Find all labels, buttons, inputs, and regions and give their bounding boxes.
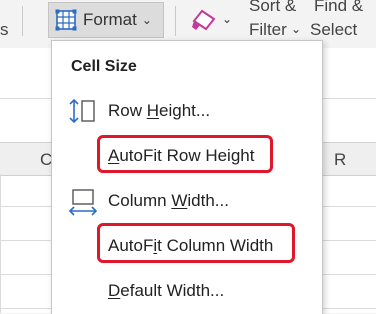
chevron-down-icon: ⌄ bbox=[141, 13, 152, 27]
menu-item-column-width[interactable]: Column Width... bbox=[52, 184, 322, 218]
row-height-icon bbox=[68, 98, 96, 124]
sort-filter-line2: Filter bbox=[249, 20, 287, 39]
menu-item-default-width[interactable]: Default Width... bbox=[52, 274, 322, 308]
ribbon-separator bbox=[175, 6, 176, 36]
sort-filter-button[interactable]: Sort & Filter ⌄ bbox=[247, 0, 305, 44]
menu-item-label: Row Height... bbox=[108, 101, 211, 120]
ribbon-fragment-left: s bbox=[0, 20, 9, 39]
find-select-line1: Find & bbox=[314, 0, 364, 15]
eraser-icon bbox=[190, 8, 218, 34]
highlight-box bbox=[97, 223, 295, 263]
format-button-label: Format bbox=[83, 10, 137, 29]
format-button[interactable]: Format ⌄ bbox=[48, 2, 164, 38]
chevron-down-icon: ⌄ bbox=[291, 22, 302, 36]
format-cells-icon bbox=[55, 9, 77, 31]
menu-item-label: Default Width... bbox=[108, 281, 225, 300]
find-select-button[interactable]: Find & Select bbox=[310, 0, 376, 44]
gridline bbox=[0, 174, 1, 313]
find-select-line2: Select bbox=[310, 20, 358, 39]
ribbon-separator bbox=[22, 6, 23, 36]
format-dropdown-menu: Cell Size Row Height... AutoFit Row Heig… bbox=[51, 40, 323, 314]
column-header-r[interactable]: R bbox=[334, 150, 346, 170]
highlight-box bbox=[97, 135, 273, 173]
sort-filter-line1: Sort & bbox=[249, 0, 297, 15]
menu-section-heading: Cell Size bbox=[71, 58, 137, 75]
chevron-down-icon: ⌄ bbox=[222, 12, 233, 26]
column-width-icon bbox=[68, 188, 98, 216]
menu-item-label: Column Width... bbox=[108, 191, 229, 210]
menu-item-row-height[interactable]: Row Height... bbox=[52, 94, 322, 128]
clear-button[interactable]: ⌄ bbox=[188, 8, 236, 36]
